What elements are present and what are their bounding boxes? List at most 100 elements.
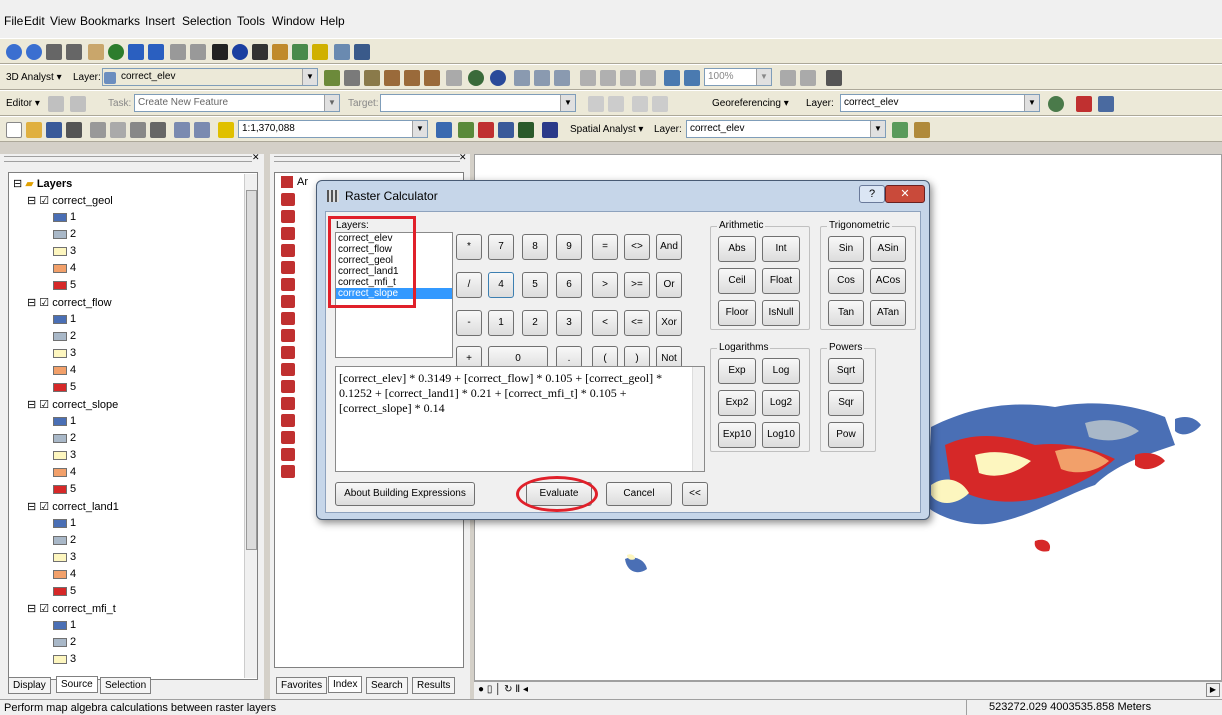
toc-layer-correct-mfi-t[interactable]: ⊟ ☑ correct_mfi_t — [27, 602, 116, 615]
menu-edit[interactable]: Edit — [24, 14, 45, 28]
find-icon[interactable] — [252, 44, 268, 60]
toolbox-icon[interactable] — [281, 227, 295, 240]
keypad-button[interactable]: / — [456, 272, 482, 298]
log-button[interactable]: Log2 — [762, 390, 800, 416]
map-scale-select[interactable]: 1:1,370,088 ▼ — [238, 120, 428, 138]
menu-insert[interactable]: Insert — [145, 14, 175, 28]
html-popup-icon[interactable] — [334, 44, 350, 60]
3d-analyst-menu[interactable]: 3D Analyst ▾ — [6, 72, 62, 83]
tab-source[interactable]: Source — [56, 676, 98, 693]
menu-selection[interactable]: Selection — [182, 14, 231, 28]
zoom-in-icon[interactable] — [6, 44, 22, 60]
save-icon[interactable] — [46, 122, 62, 138]
layout-zoom-out-icon[interactable] — [600, 70, 616, 86]
toc-layer-correct-slope[interactable]: ⊟ ☑ correct_slope — [27, 398, 118, 411]
contour-spatial-icon[interactable] — [892, 122, 908, 138]
open-icon[interactable] — [26, 122, 42, 138]
split-icon[interactable] — [588, 96, 604, 112]
zoom-out-icon[interactable] — [26, 44, 42, 60]
tab-favorites[interactable]: Favorites — [276, 677, 328, 694]
histogram-icon[interactable] — [914, 122, 930, 138]
line-of-sight-icon[interactable] — [364, 70, 380, 86]
xy-icon[interactable] — [272, 44, 288, 60]
expression-scrollbar[interactable] — [692, 367, 704, 471]
trig-button[interactable]: ACos — [870, 268, 906, 294]
trig-button[interactable]: ASin — [870, 236, 906, 262]
add-data-icon[interactable] — [218, 122, 234, 138]
collapse-icon[interactable]: ⊟ — [13, 178, 22, 190]
keypad-button[interactable]: 3 — [556, 310, 582, 336]
keypad-button[interactable]: * — [456, 234, 482, 260]
close-icon[interactable]: ✕ — [252, 152, 260, 163]
collapse-icon[interactable]: ⊟ — [27, 399, 36, 411]
measure-icon[interactable] — [292, 44, 308, 60]
arithmetic-button[interactable]: Ceil — [718, 268, 756, 294]
toc-layer-correct-flow[interactable]: ⊟ ☑ correct_flow — [27, 296, 112, 309]
close-icon[interactable]: ✕ — [459, 152, 467, 163]
toc-grip[interactable] — [4, 156, 252, 162]
keypad-button[interactable]: <> — [624, 234, 650, 260]
menu-bookmarks[interactable]: Bookmarks — [80, 14, 140, 28]
help-button[interactable]: ? — [859, 185, 885, 203]
print-icon[interactable] — [66, 122, 82, 138]
checkbox-icon[interactable]: ☑ — [39, 603, 49, 615]
about-expressions-button[interactable]: About Building Expressions — [335, 482, 475, 506]
whats-this-icon[interactable] — [542, 122, 558, 138]
checkbox-icon[interactable]: ☑ — [39, 501, 49, 513]
log-button[interactable]: Exp10 — [718, 422, 756, 448]
toolbox-icon[interactable] — [281, 414, 295, 427]
keypad-button[interactable]: 4 — [488, 272, 514, 298]
keypad-button[interactable]: 1 — [488, 310, 514, 336]
georef-pan-icon[interactable] — [554, 70, 570, 86]
link-table-icon[interactable] — [1098, 96, 1114, 112]
task-select[interactable]: Create New Feature ▼ — [134, 94, 340, 112]
layout-page-icon[interactable] — [640, 70, 656, 86]
data-view-icon[interactable]: ● ▯ │ ↻ Ⅱ ◂ — [478, 684, 528, 695]
toolbox-icon[interactable] — [281, 380, 295, 393]
trig-button[interactable]: Tan — [828, 300, 864, 326]
sketch-props-icon[interactable] — [652, 96, 668, 112]
collapse-icon[interactable]: ⊟ — [27, 297, 36, 309]
keypad-button[interactable]: 9 — [556, 234, 582, 260]
rotate-georef-icon[interactable] — [1048, 96, 1064, 112]
keypad-button[interactable]: Xor — [656, 310, 682, 336]
tab-results[interactable]: Results — [412, 677, 456, 694]
georef-zoom-out-icon[interactable] — [534, 70, 550, 86]
spatial-analyst-menu[interactable]: Spatial Analyst ▾ — [570, 124, 643, 135]
layout-zoom-select[interactable]: 100% ▼ — [704, 68, 772, 86]
keypad-button[interactable]: = — [592, 234, 618, 260]
spatial-layer-select[interactable]: correct_elev ▼ — [686, 120, 886, 138]
keypad-button[interactable]: 2 — [522, 310, 548, 336]
menu-window[interactable]: Window — [272, 14, 315, 28]
tab-selection[interactable]: Selection — [100, 677, 152, 694]
keypad-button[interactable]: 6 — [556, 272, 582, 298]
tab-search[interactable]: Search — [366, 677, 408, 694]
checkbox-icon[interactable]: ☑ — [39, 195, 49, 207]
layout-back-icon[interactable] — [664, 70, 680, 86]
toc-root[interactable]: ⊟ ▰ Layers — [13, 177, 72, 190]
rotate-icon[interactable] — [608, 96, 624, 112]
trig-button[interactable]: Cos — [828, 268, 864, 294]
hyperlink-icon[interactable] — [312, 44, 328, 60]
undo-icon[interactable] — [174, 122, 190, 138]
toolbox-icon[interactable] — [281, 261, 295, 274]
python-window-icon[interactable] — [498, 122, 514, 138]
toolbox-icon[interactable] — [281, 312, 295, 325]
3d-layer-select[interactable]: correct_elev ▼ — [102, 68, 318, 86]
toc-icon[interactable] — [458, 122, 474, 138]
copy-icon[interactable] — [110, 122, 126, 138]
interpolate-polygon-icon[interactable] — [424, 70, 440, 86]
arithmetic-button[interactable]: Floor — [718, 300, 756, 326]
toolbox-icon[interactable] — [281, 244, 295, 257]
add-control-points-icon[interactable] — [1076, 96, 1092, 112]
toc-layer-correct-geol[interactable]: ⊟ ☑ correct_geol — [27, 194, 113, 207]
toolbox-icon[interactable] — [281, 448, 295, 461]
trig-button[interactable]: ATan — [870, 300, 906, 326]
collapse-icon[interactable]: ⊟ — [27, 603, 36, 615]
keypad-button[interactable]: Or — [656, 272, 682, 298]
keypad-button[interactable]: - — [456, 310, 482, 336]
arithmetic-button[interactable]: IsNull — [762, 300, 800, 326]
log-button[interactable]: Log10 — [762, 422, 800, 448]
cancel-button[interactable]: Cancel — [606, 482, 672, 506]
edit-tool-icon[interactable] — [48, 96, 64, 112]
